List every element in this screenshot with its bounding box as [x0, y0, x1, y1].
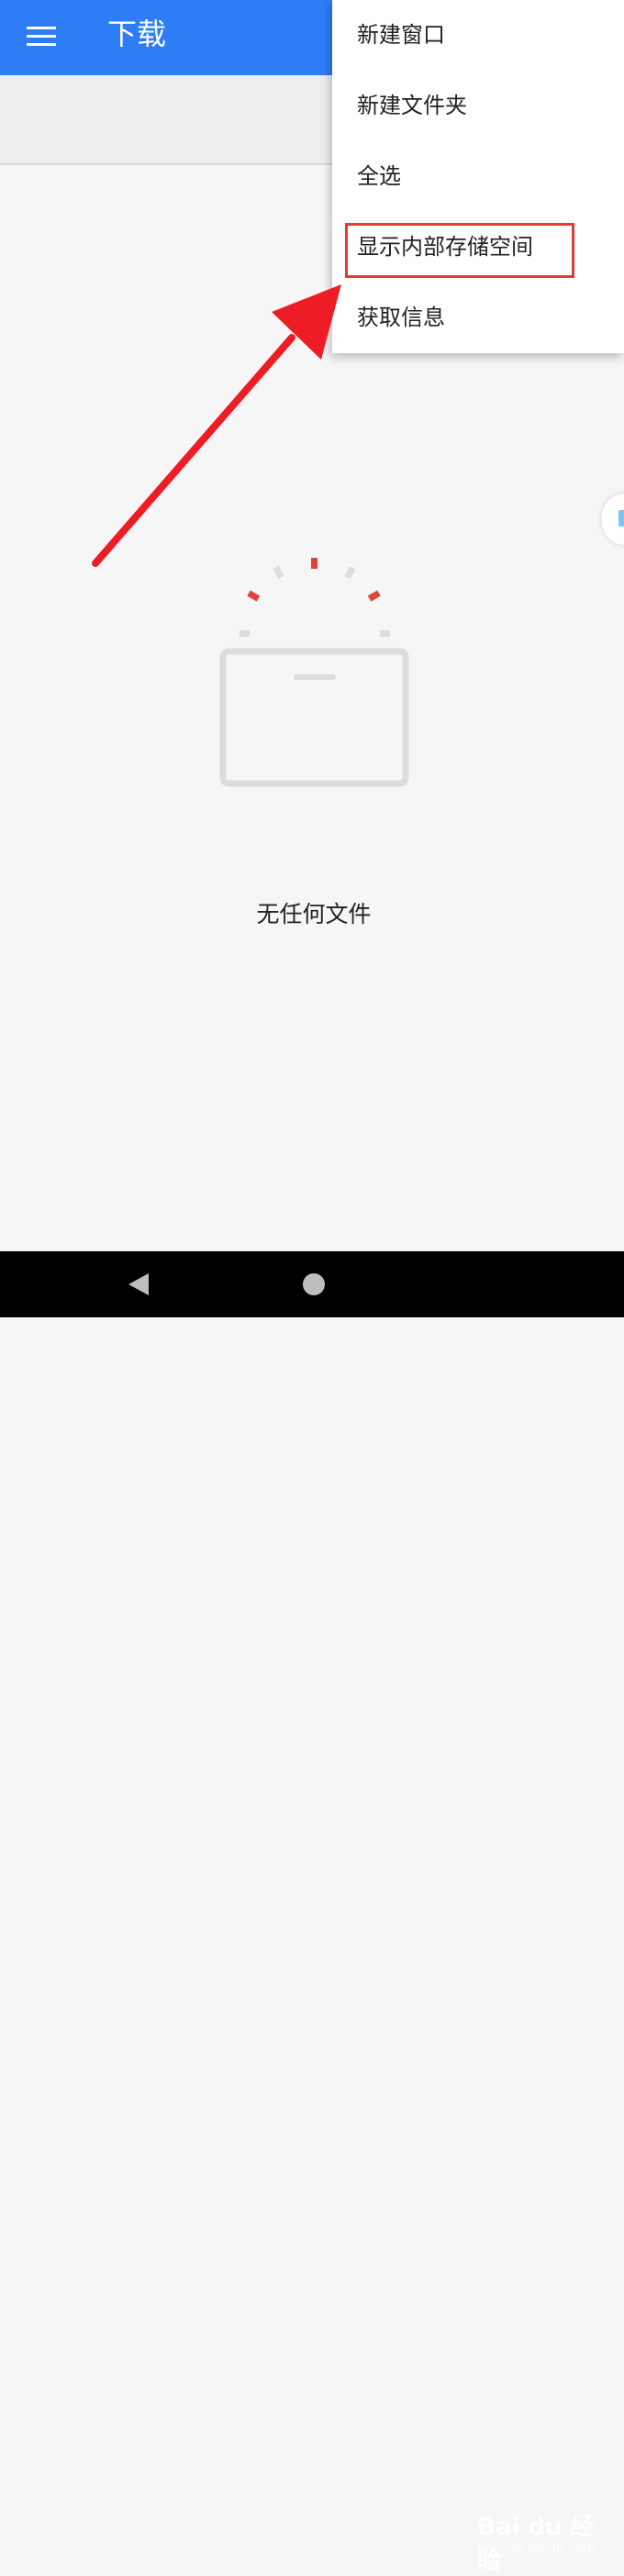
menu-item-label: 新建文件夹 — [357, 93, 467, 118]
baidu-jingyan-watermark: Bai du 经验 jingyan.baidu.com — [477, 2504, 615, 2575]
hamburger-menu-button[interactable] — [20, 16, 62, 58]
home-circle-icon — [303, 1273, 325, 1295]
menu-item-new-window[interactable]: 新建窗口 — [332, 0, 624, 71]
menu-item-label: 全选 — [357, 163, 401, 189]
overflow-menu: 新建窗口 新建文件夹 全选 显示内部存储空间 获取信息 — [332, 0, 624, 353]
menu-item-label: 新建窗口 — [357, 22, 445, 48]
page-title: 下载 — [107, 17, 167, 51]
empty-box-icon — [219, 558, 409, 787]
empty-state-message: 无任何文件 — [256, 901, 372, 927]
menu-item-show-internal-storage[interactable]: 显示内部存储空间 — [332, 212, 624, 283]
system-nav-bar: Bai du 经验 jingyan.baidu.com — [0, 1251, 624, 2575]
watermark-url: jingyan.baidu.com — [477, 2541, 596, 2556]
menu-item-get-info[interactable]: 获取信息 — [332, 283, 624, 353]
menu-item-label: 获取信息 — [357, 305, 445, 330]
menu-item-label: 显示内部存储空间 — [357, 234, 533, 260]
hamburger-menu-icon — [27, 27, 56, 46]
side-handle-icon — [618, 510, 624, 527]
menu-item-select-all[interactable]: 全选 — [332, 141, 624, 212]
back-button[interactable] — [117, 1266, 158, 1303]
back-triangle-icon — [128, 1273, 149, 1295]
home-button[interactable] — [294, 1266, 334, 1303]
menu-item-new-folder[interactable]: 新建文件夹 — [332, 71, 624, 141]
